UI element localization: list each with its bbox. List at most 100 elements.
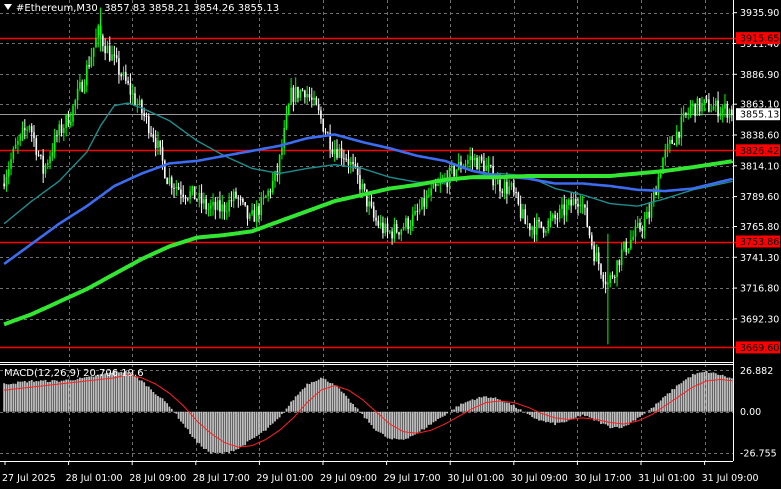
macd-bar: [439, 411, 442, 418]
macd-bar: [535, 411, 538, 419]
candle-body: [653, 191, 655, 202]
candle-body: [558, 208, 561, 219]
candle-body: [106, 45, 109, 54]
macd-bar: [478, 396, 481, 412]
macd-bar: [455, 406, 458, 412]
candle-body: [40, 154, 42, 156]
candle-body: [595, 252, 598, 262]
candle-body: [696, 98, 699, 116]
candle-body: [306, 93, 308, 98]
macd-bar: [579, 411, 582, 417]
candle-body: [85, 65, 88, 86]
macd-bar: [5, 384, 8, 412]
macd-bar: [386, 411, 389, 438]
candle-body: [398, 232, 400, 235]
dropdown-triangle-icon[interactable]: [4, 4, 12, 10]
candle-body: [173, 187, 175, 189]
macd-bar: [526, 411, 529, 415]
macd-bar: [340, 391, 343, 412]
macd-bar: [558, 411, 561, 423]
price-tick-label: 3886.90: [740, 70, 779, 81]
candle-body: [531, 226, 533, 231]
price-tick-label: 3765.80: [740, 222, 779, 233]
candle-body: [327, 132, 329, 134]
candle-body: [214, 201, 217, 210]
candle-body: [58, 124, 61, 136]
candle-body: [728, 109, 731, 118]
macd-bar: [290, 401, 292, 412]
macd-bar: [395, 411, 398, 440]
macd-bar: [606, 411, 609, 426]
candle-body: [285, 114, 288, 129]
candle-body: [223, 204, 226, 212]
candle-body: [299, 90, 302, 98]
candle-body: [586, 207, 589, 227]
candle-body: [317, 104, 320, 111]
candle-body: [719, 112, 722, 117]
candle-body: [60, 124, 63, 134]
candle-body: [242, 198, 244, 203]
candle-body: [685, 112, 687, 115]
candle-body: [258, 206, 260, 216]
chart-canvas[interactable]: 3935.903911.403886.903863.103838.603814.…: [0, 0, 781, 489]
macd-bar: [299, 391, 302, 412]
macd-bar: [85, 376, 88, 412]
macd-bar: [69, 380, 72, 412]
candle-body: [136, 103, 139, 106]
macd-bar: [680, 383, 683, 412]
macd-bar: [659, 400, 662, 412]
candle-body: [246, 205, 249, 219]
macd-tick-label: 0.00: [740, 407, 761, 418]
candle-body: [125, 71, 127, 81]
macd-bar: [590, 411, 593, 419]
candle-body: [382, 222, 384, 234]
macd-bar: [650, 407, 653, 412]
macd-bar: [159, 397, 162, 412]
macd-bar: [180, 411, 182, 422]
candle-body: [375, 217, 377, 221]
macd-bar: [400, 411, 403, 440]
candle-body: [288, 104, 290, 115]
candle-body: [643, 218, 646, 231]
macd-bar: [712, 372, 715, 412]
macd-bar: [689, 377, 692, 412]
candle-body: [623, 241, 625, 250]
candle-body: [147, 116, 150, 134]
candle-body: [251, 210, 253, 215]
candle-body: [44, 164, 47, 174]
macd-bar: [35, 381, 38, 412]
macd-bar: [253, 411, 256, 438]
candle-body: [7, 168, 10, 177]
candle-body: [636, 222, 639, 227]
candle-body: [90, 56, 93, 67]
macd-bar: [613, 411, 616, 427]
macd-bar: [198, 411, 201, 444]
candle-body: [561, 204, 563, 209]
candle-body: [79, 82, 81, 89]
candle-body: [627, 248, 630, 253]
candle-body: [164, 160, 166, 179]
macd-bar: [359, 411, 361, 413]
macd-bar: [602, 411, 605, 424]
macd-bar: [632, 411, 635, 421]
macd-bar: [361, 411, 364, 414]
macd-bar: [143, 382, 146, 412]
candle-body: [395, 224, 398, 233]
macd-bar: [618, 411, 621, 429]
candle-body: [703, 99, 706, 103]
macd-bar: [434, 411, 437, 422]
candle-body: [632, 236, 634, 240]
macd-bar: [462, 403, 465, 412]
macd-bar: [258, 411, 260, 435]
macd-bar: [464, 402, 467, 412]
macd-bar: [460, 403, 462, 412]
macd-bar: [710, 372, 713, 412]
macd-bar: [154, 394, 157, 412]
candle-body: [161, 147, 164, 161]
candle-body: [260, 197, 263, 216]
macd-bar: [163, 401, 166, 412]
macd-bar: [724, 376, 726, 412]
macd-bar: [65, 379, 68, 412]
candle-body: [108, 45, 111, 61]
macd-bar: [88, 376, 90, 412]
